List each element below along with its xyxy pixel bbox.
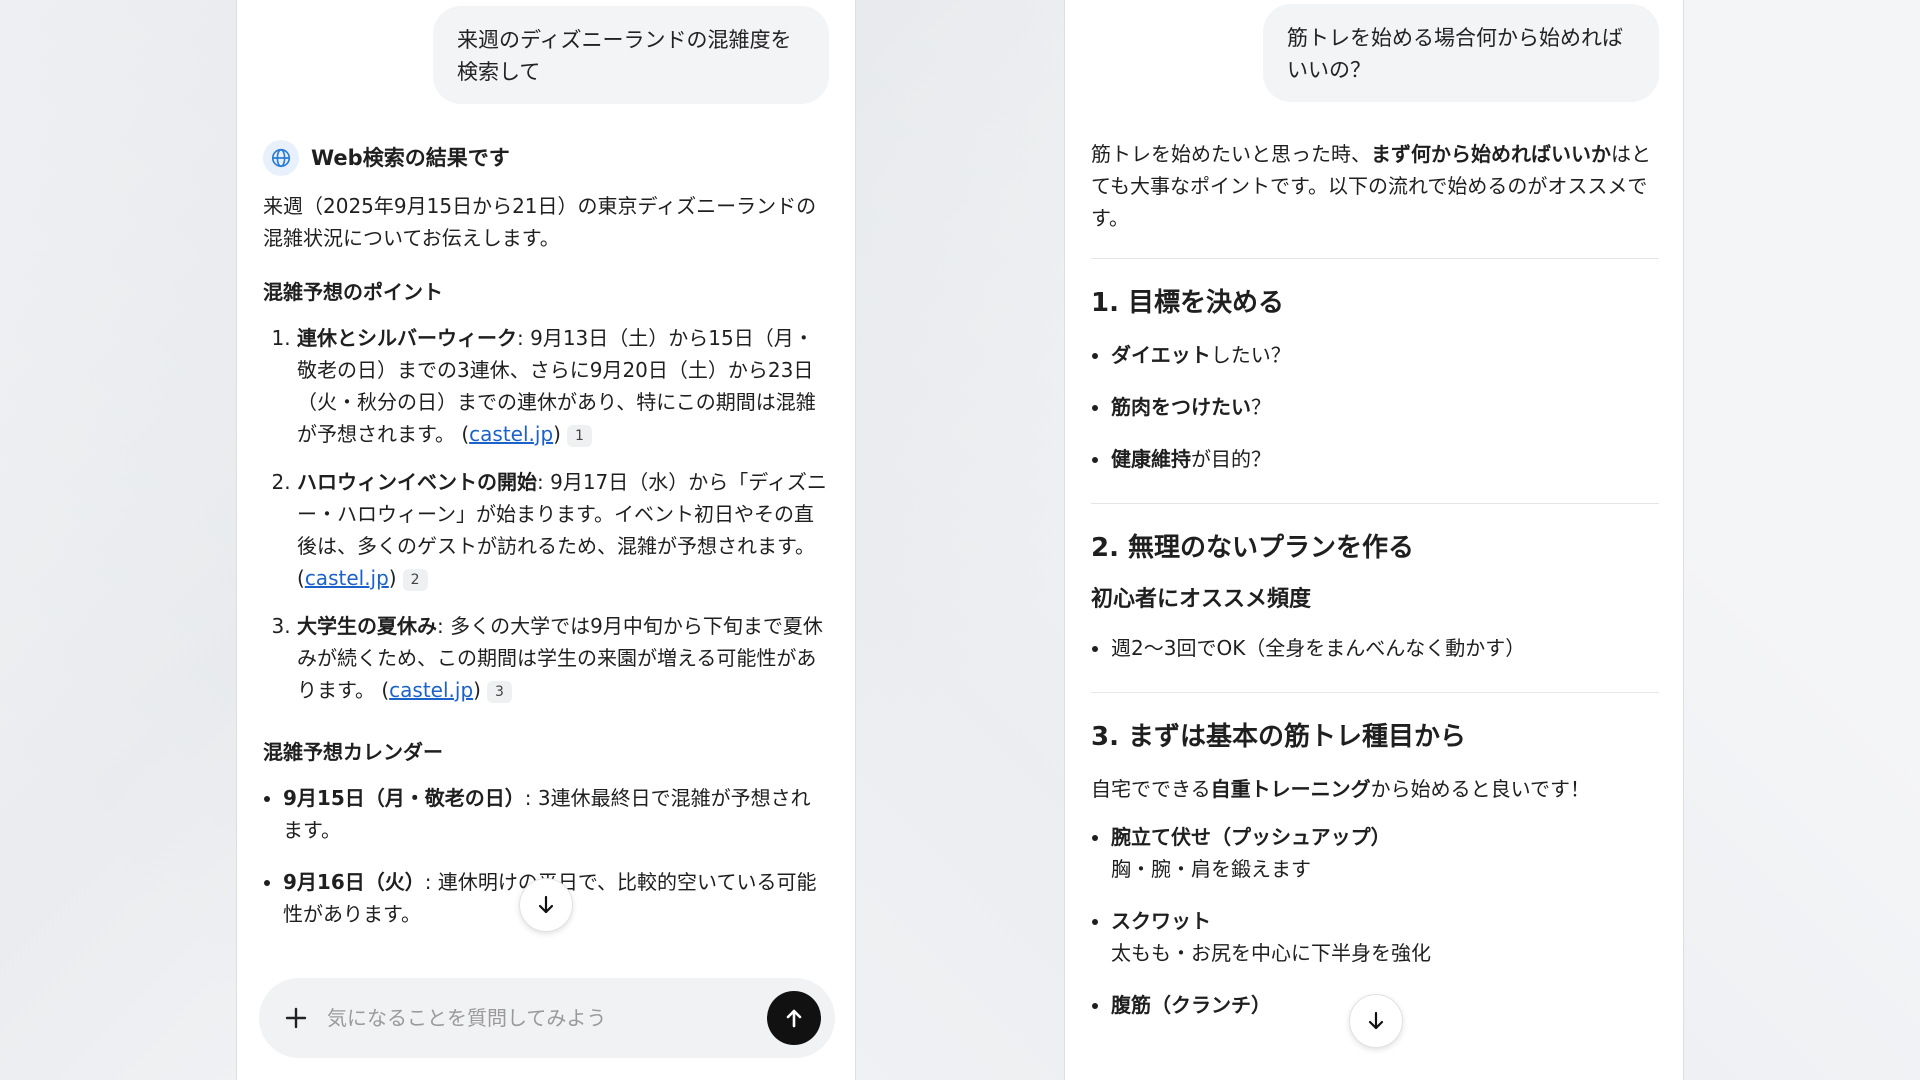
arrow-up-icon	[786, 1009, 802, 1028]
exercise-desc: 胸・腕・肩を鍛えます	[1111, 857, 1311, 881]
point-title: 大学生の夏休み	[297, 614, 437, 638]
intro-text: 筋トレを始めたいと思った時、まず何から始めればいいかはとても大事なポイントです。…	[1091, 138, 1659, 234]
assistant-response: 筋トレを始めたいと思った時、まず何から始めればいいかはとても大事なポイントです。…	[1091, 138, 1659, 1041]
citation-badge[interactable]: 2	[402, 568, 428, 591]
calendar-date: 9月16日（火）	[283, 870, 425, 894]
globe-icon	[263, 140, 299, 176]
list-item: 週2〜3回でOK（全身をまんべんなく動かす）	[1111, 632, 1659, 664]
calendar-date: 9月15日（月・敬老の日）	[283, 786, 525, 810]
goal-rest: が目的？	[1191, 447, 1271, 471]
goal-bold: 健康維持	[1111, 447, 1191, 471]
divider	[1091, 692, 1659, 693]
point-title: 連休とシルバーウィーク	[297, 326, 517, 350]
source-link[interactable]: castel.jp	[305, 566, 389, 590]
divider	[1091, 258, 1659, 259]
goals-list: ダイエットしたい？ 筋肉をつけたい？ 健康維持が目的？	[1091, 339, 1659, 475]
scroll-down-button[interactable]	[519, 878, 573, 932]
exercise-name: 腕立て伏せ（プッシュアップ）	[1111, 825, 1391, 849]
points-list: 連休とシルバーウィーク: 9月13日（土）から15日（月・敬老の日）までの3連休…	[263, 322, 829, 706]
calendar-heading: 混雑予想カレンダー	[263, 740, 443, 764]
intro-before: 筋トレを始めたいと思った時、	[1091, 142, 1371, 166]
arrow-down-icon	[538, 895, 554, 914]
user-message: 筋トレを始める場合何から始めればいいの？	[1263, 4, 1659, 102]
list-item: 大学生の夏休み: 多くの大学では9月中旬から下旬まで夏休みが続くため、この期間は…	[297, 610, 829, 706]
list-item: ハロウィンイベントの開始: 9月17日（水）から「ディズニー・ハロウィーン」が始…	[297, 466, 829, 594]
goal-rest: ？	[1251, 395, 1271, 419]
section-title: 2. 無理のないプランを作る	[1091, 533, 1415, 563]
intro-after: から始めると良いです！	[1370, 777, 1591, 801]
list-item: 筋肉をつけたい？	[1111, 391, 1659, 423]
divider	[1091, 503, 1659, 504]
section-title: 3. まずは基本の筋トレ種目から	[1091, 722, 1467, 752]
list-item: 連休とシルバーウィーク: 9月13日（土）から15日（月・敬老の日）までの3連休…	[297, 322, 829, 450]
web-search-title: Web検索の結果です	[311, 146, 510, 170]
list-item: 9月15日（月・敬老の日）: 3連休最終日で混雑が予想されます。	[283, 782, 829, 846]
source-link[interactable]: castel.jp	[469, 422, 553, 446]
section3-intro: 自宅でできる自重トレーニングから始めると良いです！	[1091, 773, 1659, 805]
arrow-down-icon	[1368, 1011, 1384, 1030]
scroll-down-button[interactable]	[1349, 994, 1403, 1048]
exercise-name: スクワット	[1111, 909, 1211, 933]
chat-panel-left: 来週のディズニーランドの混雑度を検索して Web検索の結果です 来週（2025年…	[236, 0, 856, 1080]
point-title: ハロウィンイベントの開始	[297, 470, 537, 494]
user-message: 来週のディズニーランドの混雑度を検索して	[433, 6, 829, 104]
plus-icon[interactable]	[283, 1005, 309, 1031]
assistant-response: Web検索の結果です 来週（2025年9月15日から21日）の東京ディズニーラン…	[263, 140, 829, 950]
exercise-list: 腕立て伏せ（プッシュアップ） 胸・腕・肩を鍛えます スクワット太もも・お尻を中心に…	[1091, 821, 1659, 1021]
web-search-header: Web検索の結果です	[263, 140, 829, 176]
citation-badge[interactable]: 1	[566, 424, 592, 447]
section-title: 1. 目標を決める	[1091, 288, 1285, 318]
goal-bold: ダイエット	[1111, 343, 1211, 367]
list-item: 健康維持が目的？	[1111, 443, 1659, 475]
list-item: 腕立て伏せ（プッシュアップ） 胸・腕・肩を鍛えます	[1111, 821, 1659, 885]
frequency-list: 週2〜3回でOK（全身をまんべんなく動かす）	[1091, 632, 1659, 664]
send-button[interactable]	[767, 991, 821, 1045]
intro-bold: まず何から始めればいいか	[1371, 142, 1611, 166]
citation-badge[interactable]: 3	[486, 680, 512, 703]
list-item: スクワット太もも・お尻を中心に下半身を強化	[1111, 905, 1659, 969]
goal-rest: したい？	[1210, 343, 1291, 367]
goal-bold: 筋肉をつけたい	[1111, 395, 1251, 419]
list-item: ダイエットしたい？	[1111, 339, 1659, 371]
intro-before: 自宅でできる	[1091, 777, 1211, 801]
chat-panel-right: 筋トレを始める場合何から始めればいいの？ 筋トレを始めたいと思った時、まず何から…	[1064, 0, 1684, 1080]
message-composer	[259, 978, 835, 1058]
exercise-desc: 太もも・お尻を中心に下半身を強化	[1111, 941, 1431, 965]
source-link[interactable]: castel.jp	[389, 678, 473, 702]
section-subtitle: 初心者にオススメ頻度	[1091, 587, 1312, 612]
message-input[interactable]	[325, 1005, 767, 1031]
points-heading: 混雑予想のポイント	[263, 280, 443, 304]
intro-bold: 自重トレーニング	[1210, 777, 1371, 801]
intro-text: 来週（2025年9月15日から21日）の東京ディズニーランドの混雑状況についてお…	[263, 194, 817, 250]
